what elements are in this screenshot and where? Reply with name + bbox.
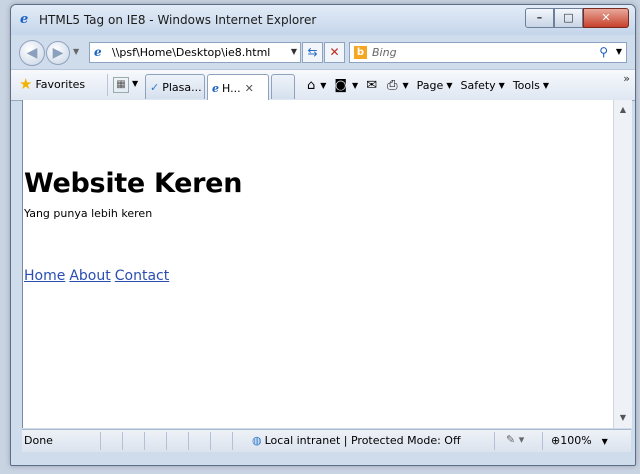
divider (232, 432, 233, 450)
favorites-label: Favorites (35, 77, 86, 91)
print-button[interactable]: ⎙ ▼ (387, 78, 409, 93)
protected-mode-icon[interactable]: ✎ ▾ (506, 433, 524, 446)
status-bar: Done ◍ Local intranet | Protected Mode: O… (22, 429, 631, 452)
zoom-control[interactable]: ⊕100% ▼ (551, 434, 608, 447)
title-bar[interactable]: e HTML5 Tag on IE8 - Windows Internet Ex… (11, 5, 635, 35)
chevron-down-icon[interactable]: ▼ (403, 81, 409, 90)
minimize-button[interactable]: – (525, 8, 554, 28)
address-url[interactable]: \\psf\Home\Desktop\ie8.html (112, 46, 270, 59)
nav-link-home[interactable]: Home (24, 268, 65, 284)
divider (210, 432, 211, 450)
address-bar[interactable]: e \\psf\Home\Desktop\ie8.html ▼ (89, 42, 301, 63)
home-button[interactable]: ⌂ ▼ (307, 78, 326, 93)
page-menu[interactable]: Page ▼ (417, 79, 453, 92)
ie-page-icon: e (212, 81, 219, 95)
zone-label: Local intranet | Protected Mode: Off (264, 434, 461, 447)
scroll-down-icon[interactable]: ▼ (614, 410, 632, 426)
nav-link-contact[interactable]: Contact (115, 268, 169, 284)
caption-buttons: – □ ✕ (525, 8, 629, 28)
divider (542, 432, 543, 450)
address-row: ◀ ▶ ▼ e \\psf\Home\Desktop\ie8.html ▼ ⇆ … (11, 35, 635, 69)
chevron-down-icon[interactable]: ▼ (352, 81, 358, 90)
page-menu-label: Page (416, 78, 444, 92)
new-tab-button[interactable] (271, 74, 295, 99)
page-heading: Website Keren (24, 168, 243, 199)
page-content: Website Keren Yang punya lebih keren Hom… (22, 100, 614, 428)
divider (100, 432, 101, 450)
zoom-level: 100% (560, 434, 592, 447)
tools-menu[interactable]: Tools ▼ (513, 79, 549, 92)
more-commands-icon[interactable]: » (623, 72, 630, 85)
nav-link-about[interactable]: About (69, 268, 110, 284)
tab-plasa[interactable]: ✓ Plasa... (145, 74, 205, 99)
divider (144, 432, 145, 450)
divider (122, 432, 123, 450)
address-dropdown-icon[interactable]: ▼ (291, 47, 297, 56)
tab-label: Plasa... (162, 80, 202, 94)
divider (107, 74, 108, 96)
forward-button[interactable]: ▶ (46, 41, 70, 65)
plasa-icon: ✓ (150, 80, 160, 94)
safety-menu-label: Safety (460, 78, 496, 92)
ie-logo-icon: e (20, 12, 29, 27)
home-icon: ⌂ (307, 77, 316, 93)
search-options-dropdown[interactable]: ▼ (616, 47, 622, 56)
security-zone[interactable]: ◍ Local intranet | Protected Mode: Off (252, 434, 461, 447)
read-mail-icon: ✉ (366, 77, 378, 93)
search-icon[interactable]: ⚲ (599, 45, 608, 59)
close-tab-icon[interactable]: ✕ (245, 82, 254, 95)
browser-window: e HTML5 Tag on IE8 - Windows Internet Ex… (10, 4, 636, 466)
chevron-down-icon: ▼ (498, 80, 505, 90)
status-text: Done (24, 434, 53, 447)
safety-menu[interactable]: Safety ▼ (460, 79, 504, 92)
tab-label: H... (222, 81, 241, 95)
quick-tabs-icon[interactable]: ▦ (113, 77, 129, 93)
tab-html5-active[interactable]: e H... ✕ (207, 74, 269, 101)
back-button[interactable]: ◀ (19, 40, 45, 66)
divider (494, 432, 495, 450)
star-icon: ★ (19, 75, 33, 93)
window-title: HTML5 Tag on IE8 - Windows Internet Expl… (39, 13, 317, 27)
scroll-up-icon[interactable]: ▲ (614, 102, 632, 118)
chevron-down-icon: ▼ (542, 80, 550, 90)
zoom-icon: ⊕ (551, 434, 561, 447)
divider (188, 432, 189, 450)
recent-pages-dropdown[interactable]: ▼ (73, 47, 79, 56)
maximize-button[interactable]: □ (554, 8, 583, 28)
bing-icon: b (354, 46, 367, 59)
read-mail-button[interactable]: ✉ (366, 78, 379, 93)
close-button[interactable]: ✕ (583, 8, 629, 28)
vertical-scrollbar[interactable]: ▲ ▼ (613, 100, 632, 428)
site-nav: Home About Contact (24, 268, 173, 284)
print-icon: ⎙ (387, 77, 398, 93)
search-input[interactable]: Bing (372, 46, 397, 59)
chevron-down-icon[interactable]: ▼ (602, 437, 608, 446)
feeds-button[interactable]: ◙ ▼ (334, 78, 358, 93)
chevron-down-icon: ▼ (446, 80, 453, 90)
chevron-down-icon[interactable]: ▼ (320, 81, 326, 90)
globe-icon: ◍ (252, 434, 262, 447)
stop-button[interactable]: ✕ (324, 42, 345, 63)
command-tools: ⌂ ▼ ◙ ▼ ✉ ⎙ ▼ Page ▼ Safety ▼ Tools ▼ (307, 74, 631, 96)
search-box[interactable]: b Bing ⚲ ▼ (349, 42, 627, 63)
divider (166, 432, 167, 450)
command-bar: ★ Favorites ▦ ▼ ✓ Plasa... e H... ✕ ⌂ ▼ … (11, 69, 635, 101)
page-icon: e (94, 45, 102, 59)
tools-menu-label: Tools (512, 78, 540, 92)
page-tagline: Yang punya lebih keren (24, 207, 153, 220)
tab-list-dropdown[interactable]: ▼ (132, 79, 138, 88)
refresh-button[interactable]: ⇆ (302, 42, 323, 63)
favorites-button[interactable]: ★ Favorites (19, 74, 85, 94)
feeds-icon: ◙ (334, 77, 348, 93)
